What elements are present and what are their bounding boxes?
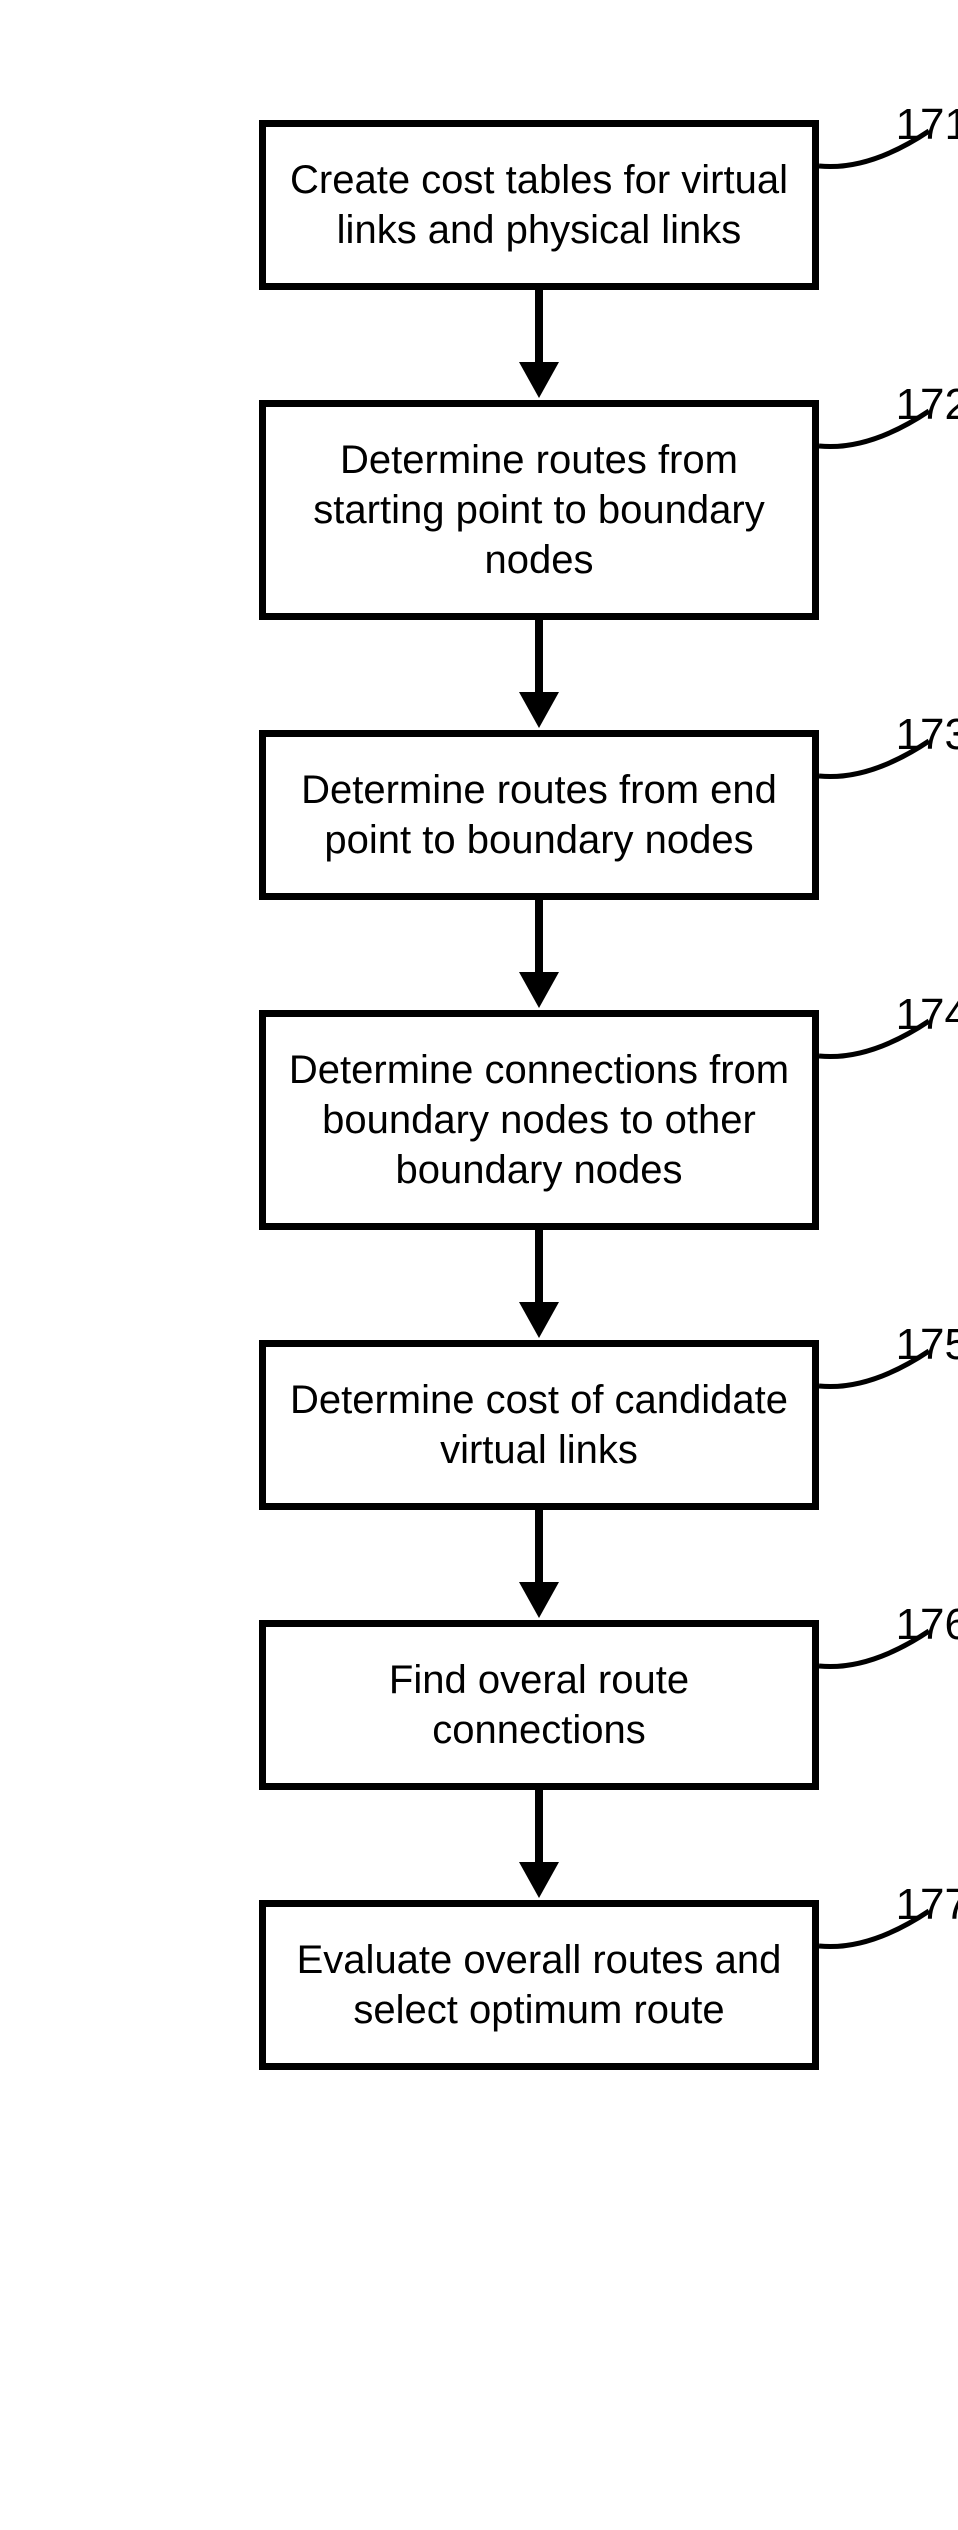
step-label: 173 <box>896 710 958 760</box>
flowchart-step: 176 Find overal route connections <box>259 1620 819 1790</box>
arrow-down <box>259 620 819 730</box>
flowchart-step: 175 Determine cost of candidate virtual … <box>259 1340 819 1510</box>
step-box: Determine cost of candidate virtual link… <box>259 1340 819 1510</box>
arrow-down <box>259 900 819 1010</box>
step-label: 171 <box>896 100 958 150</box>
arrow-icon <box>509 290 569 400</box>
arrow-down <box>259 1790 819 1900</box>
flowchart-step: 174 Determine connections from boundary … <box>259 1010 819 1230</box>
step-label: 177 <box>896 1880 958 1930</box>
flowchart-step: 173 Determine routes from end point to b… <box>259 730 819 900</box>
arrow-icon <box>509 1510 569 1620</box>
step-box: Determine connections from boundary node… <box>259 1010 819 1230</box>
flowchart-step: 177 Evaluate overall routes and select o… <box>259 1900 819 2070</box>
arrow-icon <box>509 620 569 730</box>
flowchart-step: 171 Create cost tables for virtual links… <box>259 120 819 290</box>
step-box: Evaluate overall routes and select optim… <box>259 1900 819 2070</box>
arrow-down <box>259 1510 819 1620</box>
step-box: Create cost tables for virtual links and… <box>259 120 819 290</box>
flowchart-step: 172 Determine routes from starting point… <box>259 400 819 620</box>
arrow-icon <box>509 1790 569 1900</box>
step-box: Find overal route connections <box>259 1620 819 1790</box>
flowchart: 171 Create cost tables for virtual links… <box>0 0 958 2190</box>
arrow-icon <box>509 900 569 1010</box>
step-label: 175 <box>896 1320 958 1370</box>
step-label: 176 <box>896 1600 958 1650</box>
arrow-icon <box>509 1230 569 1340</box>
step-box: Determine routes from starting point to … <box>259 400 819 620</box>
step-label: 172 <box>896 380 958 430</box>
arrow-down <box>259 290 819 400</box>
step-box: Determine routes from end point to bound… <box>259 730 819 900</box>
step-label: 174 <box>896 990 958 1040</box>
arrow-down <box>259 1230 819 1340</box>
